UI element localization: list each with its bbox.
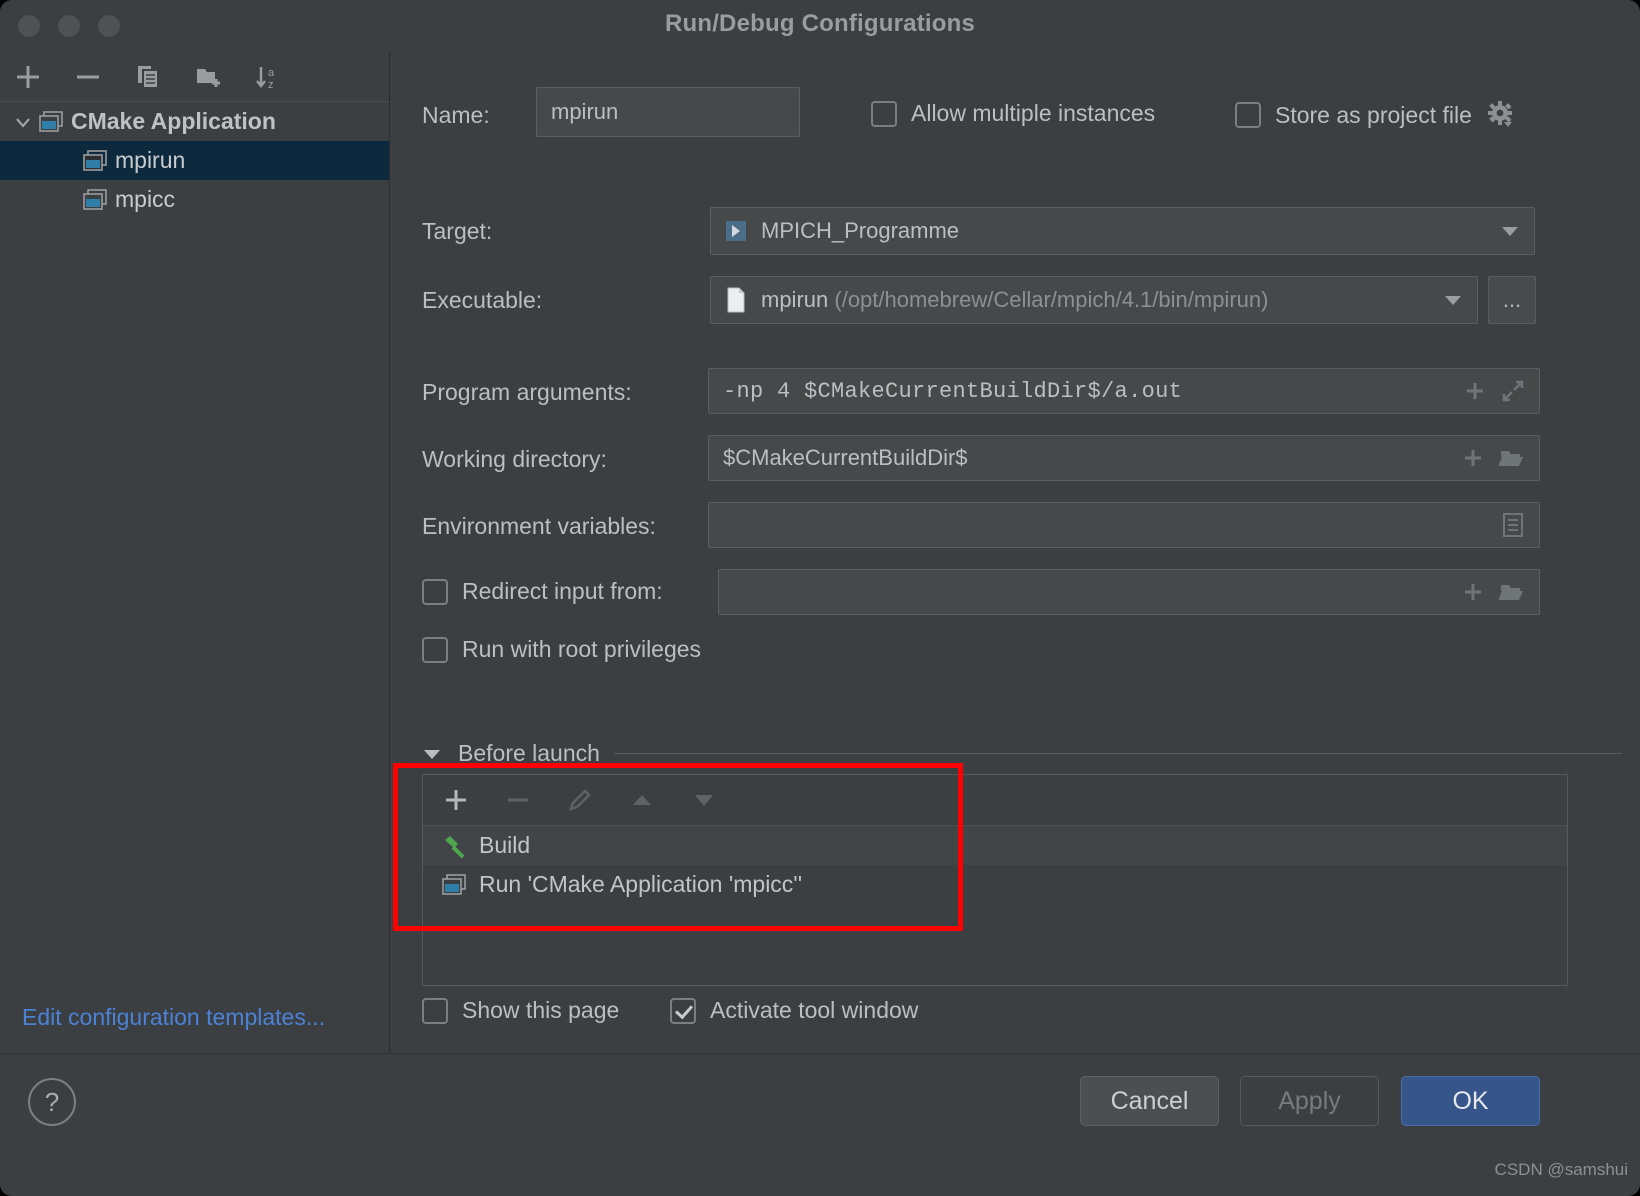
working-directory-value: $CMakeCurrentBuildDir$: [723, 445, 968, 470]
sidebar-item-label: mpirun: [115, 147, 186, 173]
window-title: Run/Debug Configurations: [664, 10, 976, 37]
insert-macro-icon[interactable]: [1463, 379, 1487, 403]
sidebar-item-mpicc[interactable]: mpicc: [0, 180, 389, 219]
svg-text:a: a: [268, 67, 275, 79]
remove-configuration-button[interactable]: [70, 59, 106, 95]
section-divider: [613, 753, 1622, 754]
before-launch-task-label: Run 'CMake Application 'mpicc'': [479, 871, 803, 897]
move-up-button[interactable]: [627, 785, 657, 815]
run-configuration-icon: [82, 149, 108, 172]
run-configuration-icon: [82, 188, 108, 211]
cmake-application-icon: [38, 110, 64, 133]
copy-configuration-button[interactable]: [130, 59, 166, 95]
activate-tool-window-row[interactable]: Activate tool window: [670, 997, 918, 1024]
run-configuration-icon: [441, 873, 467, 896]
executable-label: Executable:: [422, 287, 543, 313]
show-this-page-row[interactable]: Show this page: [422, 997, 619, 1024]
add-configuration-button[interactable]: [10, 59, 46, 95]
show-this-page-label: Show this page: [462, 997, 620, 1023]
before-launch-header[interactable]: Before launch: [422, 740, 1622, 767]
program-arguments-value: -np 4 $CMakeCurrentBuildDir$/a.out: [723, 378, 1183, 404]
watermark: CSDN @samshui: [1494, 1160, 1628, 1179]
configurations-sidebar: a z CMake Application mpirun mpicc Edit …: [0, 52, 390, 1052]
svg-text:z: z: [268, 79, 274, 91]
executable-browse-button[interactable]: ...: [1488, 276, 1536, 324]
edit-task-button[interactable]: [565, 785, 595, 815]
store-as-project-file-row[interactable]: Store as project file: [1235, 100, 1516, 130]
name-label: Name:: [422, 102, 490, 128]
redirect-input-from-input[interactable]: [718, 569, 1540, 615]
cancel-button[interactable]: Cancel: [1080, 1076, 1219, 1126]
allow-multiple-instances-checkbox[interactable]: [871, 100, 897, 127]
target-label: Target:: [422, 218, 493, 244]
activate-tool-window-label: Activate tool window: [710, 997, 919, 1023]
run-with-root-privileges-checkbox[interactable]: [422, 636, 448, 663]
configuration-form: Name: mpirun Allow multiple instances St…: [390, 52, 1640, 1052]
collapse-triangle-icon[interactable]: [422, 746, 444, 762]
new-folder-button[interactable]: [190, 59, 226, 95]
sort-configurations-button[interactable]: a z: [250, 59, 286, 95]
store-as-project-file-checkbox[interactable]: [1235, 102, 1261, 128]
executable-path: (/opt/homebrew/Cellar/mpich/4.1/bin/mpir…: [834, 287, 1269, 312]
before-launch-task-row[interactable]: Run 'CMake Application 'mpicc'': [423, 865, 1567, 904]
run-with-root-privileges-label: Run with root privileges: [462, 636, 702, 662]
executable-dropdown-arrow[interactable]: [1443, 293, 1477, 307]
name-input[interactable]: mpirun: [536, 87, 800, 137]
executable-value: mpirun (/opt/homebrew/Cellar/mpich/4.1/b…: [747, 287, 1268, 313]
sidebar-item-mpirun[interactable]: mpirun: [0, 141, 389, 180]
browse-folder-icon[interactable]: [1499, 581, 1525, 603]
allow-multiple-instances-label: Allow multiple instances: [911, 100, 1156, 126]
target-run-icon: [725, 220, 747, 242]
working-directory-input[interactable]: $CMakeCurrentBuildDir$: [708, 435, 1540, 481]
hammer-icon: [441, 833, 467, 859]
working-directory-label: Working directory:: [422, 446, 607, 472]
environment-variables-label: Environment variables:: [422, 513, 656, 539]
allow-multiple-instances-row[interactable]: Allow multiple instances: [871, 100, 1155, 127]
help-button[interactable]: ?: [28, 1078, 76, 1126]
run-debug-configurations-dialog: Run/Debug Configurations a z CMake Appli…: [0, 0, 1640, 1196]
executable-dropdown[interactable]: mpirun (/opt/homebrew/Cellar/mpich/4.1/b…: [710, 276, 1478, 324]
edit-configuration-templates-link[interactable]: Edit configuration templates...: [22, 1004, 325, 1031]
target-value: MPICH_Programme: [761, 218, 960, 243]
tree-node-cmake-application[interactable]: CMake Application: [0, 102, 389, 141]
chevron-down-icon[interactable]: [8, 113, 38, 131]
edit-env-list-icon[interactable]: [1501, 512, 1525, 538]
run-with-root-privileges-row[interactable]: Run with root privileges: [422, 636, 701, 663]
file-icon: [725, 287, 747, 313]
before-launch-toolbar: [423, 775, 1567, 826]
expand-icon[interactable]: [1501, 379, 1525, 403]
sidebar-item-label: mpicc: [115, 186, 176, 212]
target-dropdown-arrow[interactable]: [1500, 224, 1534, 238]
executable-browse-label: ...: [1502, 287, 1522, 312]
target-dropdown[interactable]: MPICH_Programme: [710, 207, 1535, 255]
insert-macro-icon[interactable]: [1461, 446, 1485, 470]
insert-macro-icon[interactable]: [1461, 580, 1485, 604]
sidebar-toolbar: a z: [0, 52, 389, 102]
before-launch-title: Before launch: [458, 740, 600, 766]
remove-task-button[interactable]: [503, 785, 533, 815]
title-bar: Run/Debug Configurations: [0, 0, 1640, 52]
store-as-project-file-label: Store as project file: [1275, 101, 1472, 128]
redirect-input-from-label: Redirect input from:: [462, 578, 663, 604]
executable-name: mpirun: [761, 287, 829, 312]
name-input-value: mpirun: [551, 99, 619, 124]
ok-button[interactable]: OK: [1401, 1076, 1540, 1126]
tree-node-label: CMake Application: [71, 108, 276, 134]
before-launch-task-row[interactable]: Build: [423, 826, 1567, 865]
gear-dropdown-icon[interactable]: [1486, 100, 1516, 130]
move-down-button[interactable]: [689, 785, 719, 815]
environment-variables-input[interactable]: [708, 502, 1540, 548]
activate-tool-window-checkbox[interactable]: [670, 997, 696, 1024]
before-launch-task-list: Build Run 'CMake Application 'mpicc'': [422, 774, 1568, 986]
redirect-input-from-checkbox[interactable]: [422, 578, 448, 605]
redirect-input-from-row[interactable]: Redirect input from:: [422, 578, 663, 605]
apply-button[interactable]: Apply: [1240, 1076, 1379, 1126]
before-launch-task-label: Build: [479, 832, 531, 858]
show-this-page-checkbox[interactable]: [422, 997, 448, 1024]
program-arguments-input[interactable]: -np 4 $CMakeCurrentBuildDir$/a.out: [708, 368, 1540, 414]
browse-folder-icon[interactable]: [1499, 447, 1525, 469]
add-task-button[interactable]: [441, 785, 471, 815]
dialog-button-bar: ? Cancel Apply OK: [0, 1053, 1640, 1196]
program-arguments-label: Program arguments:: [422, 379, 632, 405]
